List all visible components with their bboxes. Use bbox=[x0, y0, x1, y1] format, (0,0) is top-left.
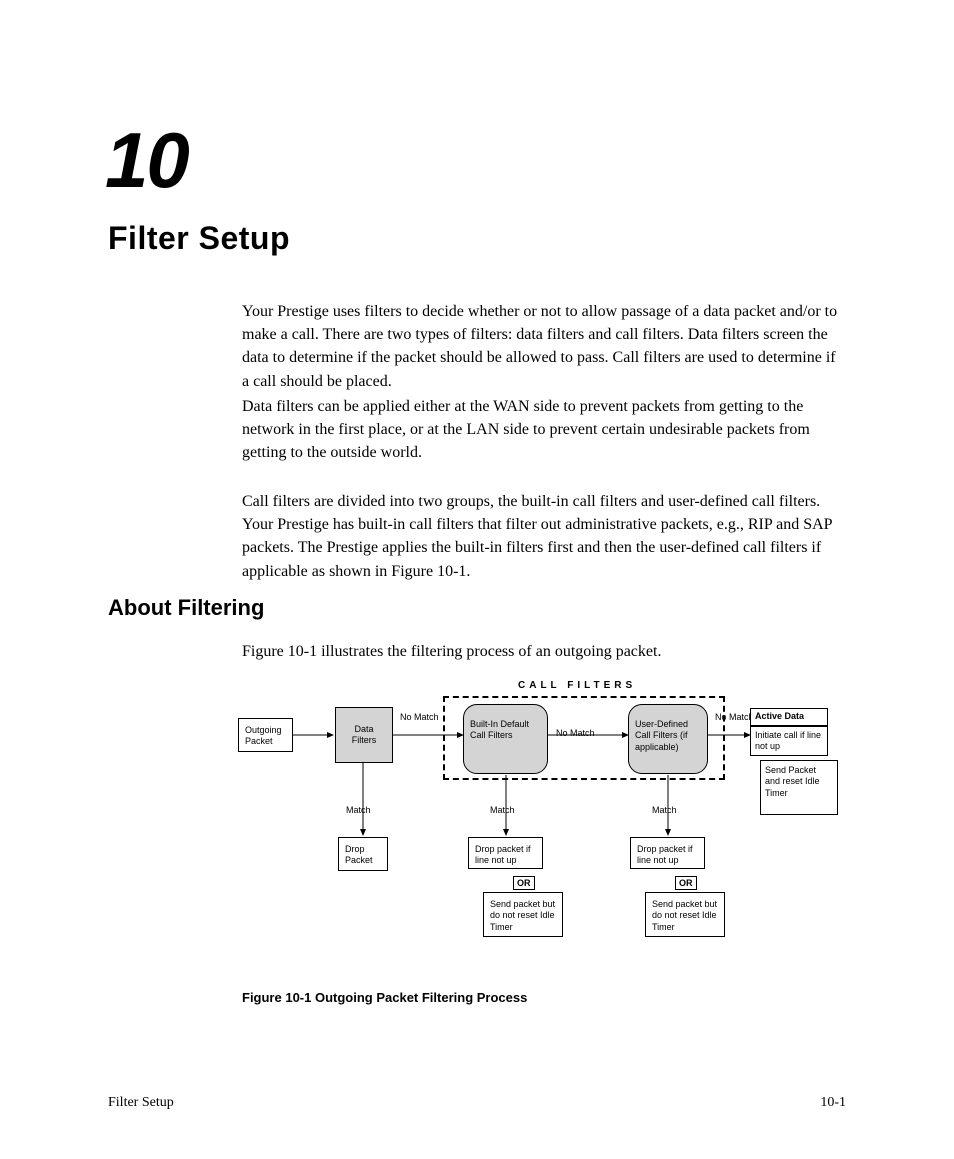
box-send-no-reset-2: Send packet but do not reset Idle Timer bbox=[645, 892, 725, 937]
section-title: About Filtering bbox=[108, 595, 264, 621]
box-initiate-call: Initiate call if line not up bbox=[750, 726, 828, 756]
paragraph-3: Call filters are divided into two groups… bbox=[242, 490, 842, 583]
flow-diagram: Outgoing Packet Data Filters No Match Ma… bbox=[238, 680, 848, 970]
label-match-2: Match bbox=[490, 805, 515, 815]
chapter-number: 10 bbox=[105, 115, 188, 206]
box-data-filters: Data Filters bbox=[335, 707, 393, 763]
box-send-reset: Send Packet and reset Idle Timer bbox=[760, 760, 838, 815]
box-drop-packet: Drop Packet bbox=[338, 837, 388, 871]
footer-left: Filter Setup bbox=[108, 1095, 174, 1111]
label-call-filters: CALL FILTERS bbox=[518, 680, 636, 691]
box-drop-if-not-up-1: Drop packet if line not up bbox=[468, 837, 543, 869]
label-match-1: Match bbox=[346, 805, 371, 815]
paragraph-2: Data filters can be applied either at th… bbox=[242, 395, 842, 465]
footer-right: 10-1 bbox=[820, 1095, 846, 1111]
page: 10 Filter Setup Your Prestige uses filte… bbox=[0, 0, 954, 1159]
box-active-data: Active Data bbox=[750, 708, 828, 726]
box-user-defined-filters: User-Defined Call Filters (if applicable… bbox=[628, 704, 708, 774]
label-no-match-2: No Match bbox=[556, 728, 595, 738]
figure-caption: Figure 10-1 Outgoing Packet Filtering Pr… bbox=[242, 990, 527, 1005]
paragraph-4: Figure 10-1 illustrates the filtering pr… bbox=[242, 640, 842, 663]
or-label-2: OR bbox=[675, 876, 697, 890]
chapter-title: Filter Setup bbox=[108, 220, 290, 257]
box-outgoing-packet: Outgoing Packet bbox=[238, 718, 293, 752]
or-label-1: OR bbox=[513, 876, 535, 890]
box-builtin-filters: Built-In Default Call Filters bbox=[463, 704, 548, 774]
label-no-match-1: No Match bbox=[400, 712, 439, 722]
label-match-3: Match bbox=[652, 805, 677, 815]
paragraph-1: Your Prestige uses filters to decide whe… bbox=[242, 300, 842, 393]
box-send-no-reset-1: Send packet but do not reset Idle Timer bbox=[483, 892, 563, 937]
box-drop-if-not-up-2: Drop packet if line not up bbox=[630, 837, 705, 869]
label-no-match-3: No Match bbox=[715, 712, 754, 722]
